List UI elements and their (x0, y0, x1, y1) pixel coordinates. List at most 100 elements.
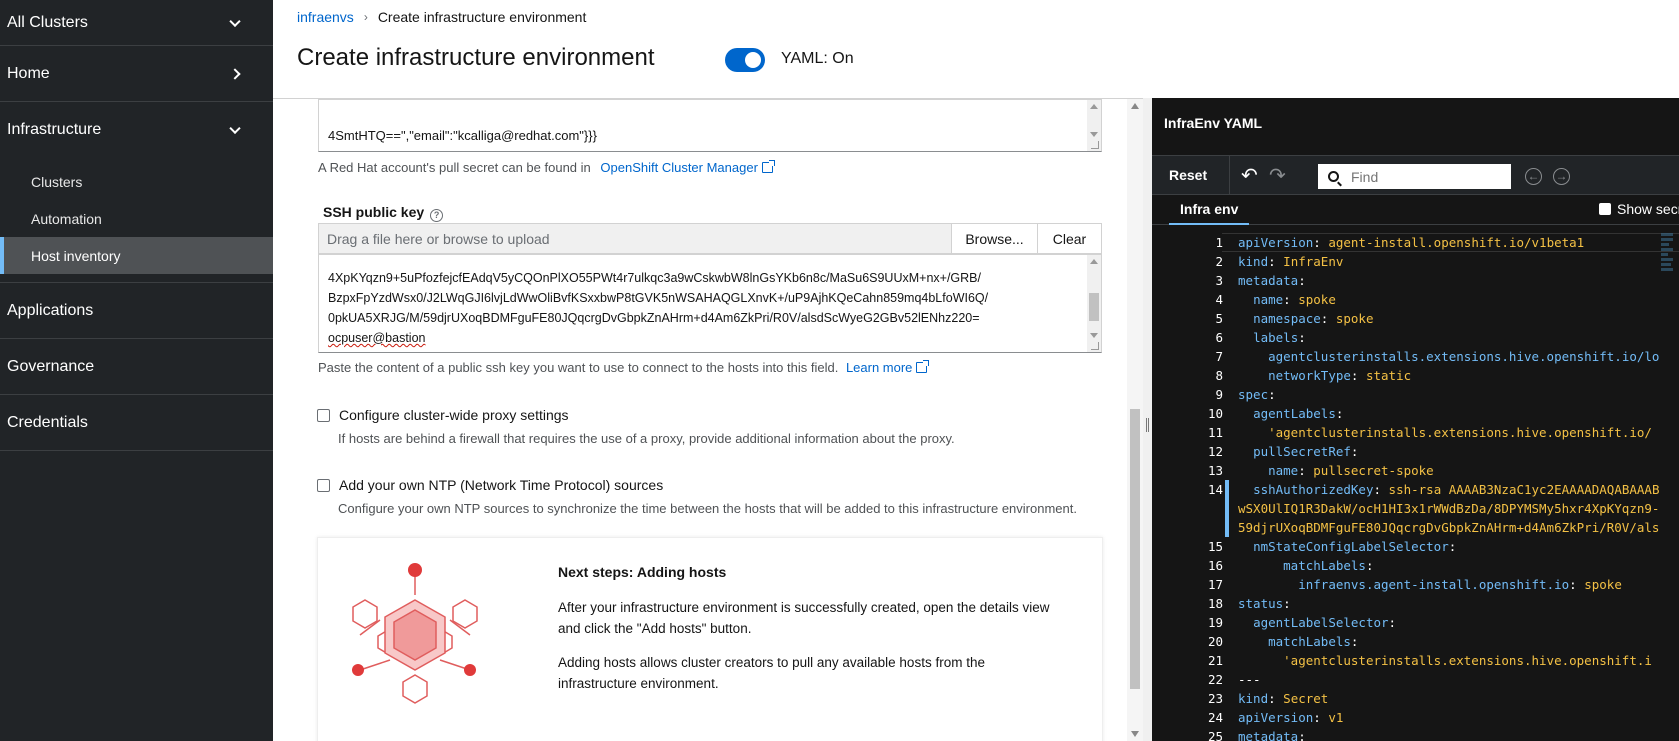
yaml-line: 1 apiVersion: agent-install.openshift.io/… (1152, 233, 1679, 252)
sidebar-item-label: Host inventory (31, 247, 121, 264)
yaml-line-text: agentLabelSelector: (1238, 613, 1404, 632)
link-label: OpenShift Cluster Manager (600, 160, 758, 175)
sidebar-item-governance[interactable]: Governance (0, 339, 273, 395)
yaml-value: --- (1238, 672, 1261, 687)
yaml-key: sshAuthorizedKey (1253, 482, 1374, 497)
scroll-up-icon[interactable] (1131, 103, 1139, 109)
yaml-value: 'agentclusterinstalls.extensions.hive.op… (1283, 653, 1652, 668)
show-secrets-checkbox[interactable] (1599, 203, 1611, 215)
tab-infra-env[interactable]: Infra env (1169, 195, 1250, 225)
yaml-indent (1238, 349, 1268, 364)
pull-secret-textarea[interactable]: 4SmtHTQ==","email":"kcalliga@redhat.com"… (318, 99, 1102, 152)
ssh-clipped-line (328, 255, 1048, 259)
yaml-line: 18 status: (1152, 594, 1679, 613)
yaml-indent (1238, 444, 1253, 459)
yaml-value: v1 (1328, 710, 1344, 725)
yaml-indent (1238, 539, 1253, 554)
sidebar-item-home[interactable]: Home (0, 46, 273, 102)
yaml-line-text: wSX0UlIQ1R3DakW/ocH1HI3x1rWWdBzDa/8DPYMS… (1238, 499, 1659, 518)
yaml-value: 59djrUXoqBDMFguFE80JQqcrgDvGbpkZnAHrm+d4… (1238, 520, 1660, 535)
yaml-colon: : (1268, 254, 1284, 269)
clear-button[interactable]: Clear (1038, 224, 1101, 253)
editor-minimap[interactable] (1661, 233, 1673, 313)
yaml-indent (1238, 406, 1253, 421)
breadcrumb-separator-icon: › (363, 10, 368, 24)
ssh-helper-text: Paste the content of a public ssh key yo… (318, 360, 839, 375)
yaml-value: spoke (1298, 292, 1336, 307)
minimap-line (1661, 263, 1671, 266)
sidebar-item-host-inventory[interactable]: Host inventory (0, 237, 273, 274)
proxy-checkbox-row[interactable]: Configure cluster-wide proxy settings (317, 407, 569, 423)
sidebar-item-clusters[interactable]: Clusters (0, 163, 273, 200)
yaml-toolbar: Reset ↶ ↷ ← → (1152, 155, 1679, 196)
find-input[interactable] (1351, 168, 1491, 185)
drag-handle-icon[interactable] (1146, 418, 1149, 432)
redo-icon[interactable]: ↷ (1269, 166, 1286, 186)
help-icon[interactable]: ? (430, 209, 444, 222)
find-next-icon[interactable]: → (1553, 168, 1570, 185)
yaml-key: kind (1238, 254, 1269, 269)
yaml-line: 14 sshAuthorizedKey: ssh-rsa AAAAB3NzaC1… (1152, 480, 1679, 499)
textarea-scrollbar[interactable] (1087, 255, 1101, 352)
form-scrollbar[interactable] (1127, 99, 1143, 741)
ntp-checkbox[interactable] (317, 479, 330, 492)
yaml-line-text: metadata: (1238, 727, 1313, 741)
sidebar-item-label: Automation (31, 210, 102, 227)
line-number: 20 (1207, 634, 1223, 649)
line-number: 5 (1215, 311, 1223, 326)
yaml-toggle[interactable] (725, 48, 765, 72)
yaml-colon: : (1365, 558, 1382, 573)
line-number: 22 (1207, 672, 1223, 687)
cluster-switcher[interactable]: All Clusters (0, 0, 273, 46)
yaml-value: wSX0UlIQ1R3DakW/ocH1HI3x1rWWdBzDa/8DPYMS… (1238, 501, 1660, 516)
breadcrumb-link-infraenvs[interactable]: infraenvs (297, 9, 354, 25)
yaml-value: static (1365, 368, 1412, 383)
yaml-line-text: labels: (1238, 328, 1313, 347)
scroll-down-icon (1090, 132, 1098, 137)
yaml-indent (1238, 330, 1253, 345)
yaml-line-text: spec: (1238, 385, 1283, 404)
paragraph-line: and click the "Add hosts" button. (558, 621, 752, 636)
minimap-line (1661, 233, 1673, 236)
learn-more-link[interactable]: Learn more (845, 360, 930, 375)
sidebar-item-label: Credentials (7, 413, 88, 431)
browse-button[interactable]: Browse... (952, 224, 1038, 253)
cluster-switcher-label: All Clusters (7, 13, 88, 31)
yaml-colon: : (1298, 729, 1314, 741)
sidebar-item-label: Clusters (31, 173, 83, 190)
panel-splitter[interactable] (1143, 98, 1152, 741)
yaml-line: 23 kind: Secret (1152, 689, 1679, 708)
yaml-editor[interactable]: 1 apiVersion: agent-install.openshift.io/… (1152, 233, 1679, 741)
undo-icon[interactable]: ↶ (1241, 166, 1258, 186)
yaml-indent (1238, 653, 1283, 668)
proxy-checkbox[interactable] (317, 409, 330, 422)
sidebar-item-automation[interactable]: Automation (0, 200, 273, 237)
link-label: Learn more (845, 360, 913, 375)
yaml-line-text: networkType: static (1238, 366, 1411, 385)
sidebar-item-applications[interactable]: Applications (0, 283, 273, 339)
sidebar-item-credentials[interactable]: Credentials (0, 395, 273, 451)
show-secrets-toggle[interactable]: Show secr (1599, 201, 1679, 217)
reset-button[interactable]: Reset (1169, 167, 1207, 183)
find-previous-icon[interactable]: ← (1525, 168, 1542, 185)
ssh-upload-input[interactable]: Drag a file here or browse to upload (319, 224, 952, 253)
line-number: 23 (1207, 691, 1223, 706)
yaml-indent (1238, 368, 1268, 383)
line-number: 8 (1215, 368, 1223, 383)
external-link-icon (916, 360, 930, 373)
ssh-key-label: SSH public key? (323, 204, 444, 222)
resize-handle-icon[interactable] (1091, 141, 1099, 149)
ssh-key-textarea[interactable]: 4XpKYqzn9+5uPfozfejcfEAdqV5yCQOnPlXO55PW… (318, 254, 1102, 353)
scroll-thumb[interactable] (1130, 409, 1140, 689)
openshift-cluster-manager-link[interactable]: OpenShift Cluster Manager (600, 160, 775, 175)
scroll-thumb[interactable] (1089, 293, 1099, 321)
ssh-key-label-text: SSH public key (323, 204, 425, 220)
pull-secret-helper: A Red Hat account's pull secret can be f… (318, 160, 775, 175)
yaml-line-text: status: (1238, 594, 1298, 613)
ntp-checkbox-row[interactable]: Add your own NTP (Network Time Protocol)… (317, 477, 663, 493)
resize-handle-icon[interactable] (1091, 342, 1099, 350)
scroll-down-icon[interactable] (1131, 731, 1139, 737)
chevron-right-icon (229, 67, 241, 80)
find-box[interactable] (1318, 164, 1511, 189)
sidebar-item-infrastructure[interactable]: Infrastructure (0, 102, 273, 158)
